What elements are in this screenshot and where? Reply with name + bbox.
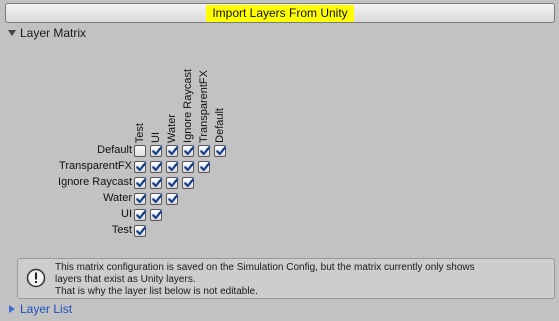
info-help-box: This matrix configuration is saved on th…	[17, 258, 555, 299]
physics-layer-inspector: Import Layers From Unity Layer Matrix Te…	[0, 0, 559, 321]
matrix-row-label: UI	[121, 208, 132, 220]
matrix-column-label: Default	[214, 108, 226, 143]
layer-collision-checkbox[interactable]	[198, 145, 211, 157]
layer-list-foldout[interactable]: Layer List	[8, 302, 72, 316]
matrix-row-label: Test	[111, 224, 132, 236]
layer-collision-checkbox[interactable]	[134, 145, 146, 157]
layer-collision-checkbox[interactable]	[150, 161, 163, 173]
matrix-row-label: TransparentFX	[59, 160, 132, 172]
matrix-row-label: Default	[97, 144, 132, 156]
help-message: This matrix configuration is saved on th…	[55, 262, 546, 298]
layer-collision-checkbox[interactable]	[134, 161, 147, 173]
layer-collision-checkbox[interactable]	[166, 161, 179, 173]
help-line: This matrix configuration is saved on th…	[55, 262, 475, 273]
matrix-column-label: UI	[150, 132, 162, 143]
layer-collision-checkbox[interactable]	[198, 161, 211, 173]
layer-collision-checkbox[interactable]	[134, 225, 147, 237]
layer-collision-checkbox[interactable]	[214, 145, 227, 157]
matrix-row-label: Water	[103, 192, 132, 204]
layer-collision-checkbox[interactable]	[182, 161, 195, 173]
matrix-column-label: TransparentFX	[198, 70, 210, 143]
layer-collision-checkbox[interactable]	[134, 209, 147, 221]
layer-collision-checkbox[interactable]	[150, 177, 163, 189]
triangle-down-icon	[8, 30, 16, 36]
layer-list-title: Layer List	[20, 302, 73, 316]
layer-collision-checkbox[interactable]	[134, 177, 147, 189]
triangle-right-icon	[9, 305, 15, 313]
layer-collision-checkbox[interactable]	[150, 145, 163, 157]
layer-collision-checkbox[interactable]	[166, 145, 179, 157]
layer-matrix-title: Layer Matrix	[20, 26, 87, 40]
layer-collision-checkbox[interactable]	[182, 145, 195, 157]
import-layers-button-label: Import Layers From Unity	[206, 4, 354, 22]
matrix-row-label: Ignore Raycast	[58, 176, 132, 188]
matrix-column-label: Water	[166, 114, 178, 143]
layer-collision-checkbox[interactable]	[182, 177, 195, 189]
matrix-column-label: Ignore Raycast	[182, 69, 194, 143]
matrix-column-label: Test	[134, 122, 146, 143]
help-line: That is why the layer list below is not …	[55, 286, 258, 297]
layer-collision-checkbox[interactable]	[166, 177, 179, 189]
layer-collision-checkbox[interactable]	[150, 209, 163, 221]
layer-collision-checkbox[interactable]	[166, 193, 179, 205]
info-icon	[26, 268, 46, 288]
layer-collision-checkbox[interactable]	[134, 193, 147, 205]
layer-matrix-foldout[interactable]: Layer Matrix	[8, 26, 86, 40]
help-line: layers that exist as Unity layers.	[55, 274, 196, 285]
layer-collision-checkbox[interactable]	[150, 193, 163, 205]
import-layers-button[interactable]: Import Layers From Unity	[5, 3, 555, 23]
